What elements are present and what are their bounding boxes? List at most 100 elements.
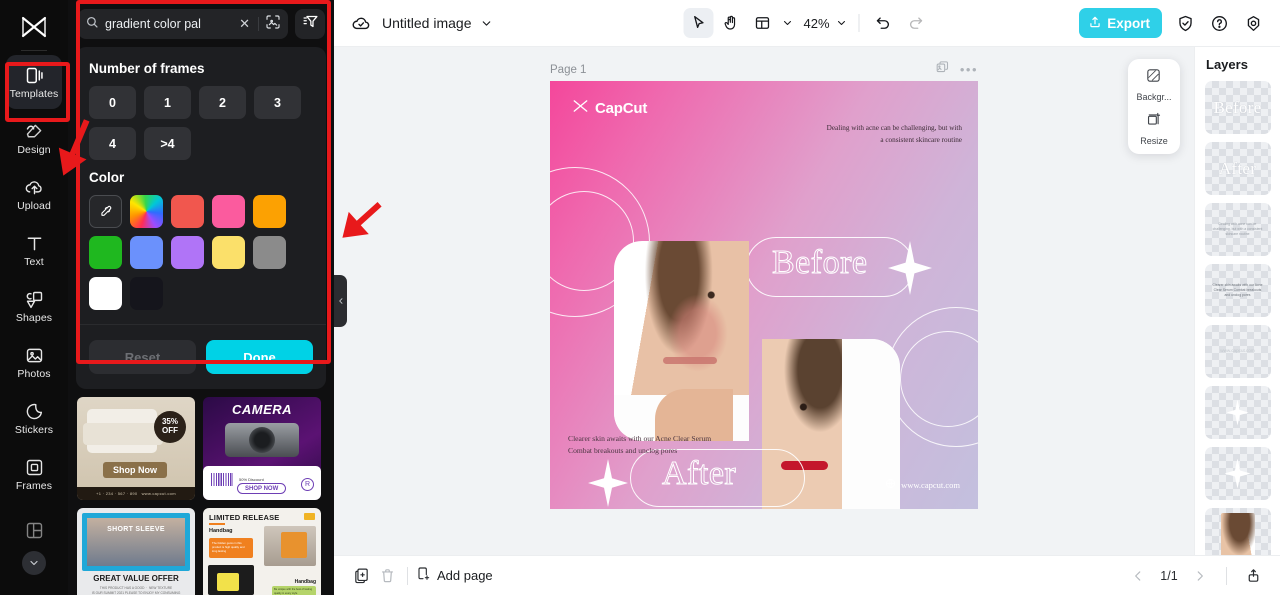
design-artboard[interactable]: CapCut Dealing with acne can be challeng… (550, 81, 978, 509)
layer-item-photo-after[interactable] (1204, 508, 1271, 555)
before-photo[interactable] (614, 241, 749, 441)
sidebar-item-text[interactable]: Text (6, 223, 62, 277)
hand-pan-icon[interactable] (715, 8, 745, 38)
frames-chip-0[interactable]: 0 (89, 86, 136, 119)
shield-check-icon[interactable] (1170, 8, 1200, 38)
color-swatch-pink[interactable] (212, 195, 245, 228)
export-button[interactable]: Export (1079, 8, 1162, 38)
search-input[interactable]: gradient color pal ✕ (78, 9, 288, 39)
layer-thumb-text: Before (1213, 97, 1262, 117)
background-tool-label: Backgr... (1136, 92, 1172, 102)
color-swatch-rainbow[interactable] (130, 195, 163, 228)
color-swatch-gray[interactable] (253, 236, 286, 269)
layout-caret-icon[interactable] (779, 8, 795, 38)
top-toolbar: Untitled image 42% Export (334, 0, 1280, 47)
frames-chip-group: 0 1 2 3 4 >4 (89, 86, 313, 160)
stickers-icon (23, 400, 45, 422)
sidebar-item-label: Upload (17, 200, 51, 213)
template-results-grid: 35% OFF Shop Now +1 · 234 · 567 · 890 ww… (68, 389, 334, 595)
layer-item-website-text[interactable]: www.capcut.com (1204, 325, 1271, 378)
color-swatch-green[interactable] (89, 236, 122, 269)
template-card-sofa[interactable]: 35% OFF Shop Now +1 · 234 · 567 · 890 ww… (77, 397, 195, 500)
color-swatch-white[interactable] (89, 277, 122, 310)
templates-panel: gradient color pal ✕ Number of frames 0 … (68, 0, 334, 595)
panel-search-row: gradient color pal ✕ (68, 0, 334, 45)
template-card-short-sleeve[interactable]: SHORT SLEEVE GREAT VALUE OFFER THIS PROD… (77, 508, 195, 595)
design-icon (23, 120, 45, 142)
add-page-icon (415, 566, 431, 585)
chevron-left-icon[interactable] (1125, 563, 1151, 589)
export-upload-icon (1088, 15, 1102, 32)
frames-chip-4[interactable]: 4 (89, 127, 136, 160)
sidebar-item-stickers[interactable]: Stickers (6, 391, 62, 445)
reset-button[interactable]: Reset (89, 340, 196, 374)
sidebar-item-shapes[interactable]: Shapes (6, 279, 62, 333)
sidebar-item-frames[interactable]: Frames (6, 447, 62, 501)
sidebar-item-label: Frames (15, 480, 53, 493)
page-label: Page 1 (550, 64, 587, 76)
color-swatch-yellow[interactable] (212, 236, 245, 269)
template-badge: 35% OFF (154, 411, 186, 443)
template-card-camera[interactable]: CAMERA 50% Discount SHOP NOW R (203, 397, 321, 500)
duplicate-page-icon[interactable] (935, 60, 950, 80)
background-tool-button[interactable]: Backgr... (1136, 67, 1172, 102)
template-title: SHORT SLEEVE (107, 526, 165, 533)
main-area: Untitled image 42% Export Page 1 ••• Cap… (334, 0, 1280, 595)
undo-icon[interactable] (869, 8, 899, 38)
sparkle-icon (1224, 458, 1251, 489)
layout-icon[interactable] (747, 8, 777, 38)
more-horizontal-icon[interactable]: ••• (960, 63, 978, 76)
done-button[interactable]: Done (206, 340, 313, 374)
duplicate-icon[interactable] (348, 563, 374, 589)
frames-chip-2[interactable]: 2 (199, 86, 246, 119)
sidebar-item-label: Stickers (14, 424, 54, 437)
image-search-icon[interactable] (265, 14, 281, 35)
chevron-right-icon[interactable] (1187, 563, 1213, 589)
color-swatch-orange[interactable] (253, 195, 286, 228)
filter-icon (302, 13, 319, 35)
layer-item-bottom-paragraph[interactable]: Clearer skin awaits with our Acne Clear … (1204, 264, 1271, 317)
eyedropper-icon[interactable] (89, 195, 122, 228)
sidebar-item-label: Photos (17, 368, 51, 381)
color-swatch-blue[interactable] (130, 236, 163, 269)
layer-thumb-text: After (1218, 158, 1257, 178)
help-circle-icon[interactable] (1204, 8, 1234, 38)
sidebar-item-photos[interactable]: Photos (6, 335, 62, 389)
filter-button[interactable] (295, 9, 325, 39)
add-page-button[interactable]: Add page (415, 566, 493, 585)
layer-item-sparkle-1[interactable] (1204, 386, 1271, 439)
color-swatch-black[interactable] (130, 277, 163, 310)
frames-chip-more[interactable]: >4 (144, 127, 191, 160)
sidebar-item-design[interactable]: Design (6, 111, 62, 165)
cloud-saved-icon[interactable] (346, 8, 376, 38)
layer-item-before-text[interactable]: Before (1204, 81, 1271, 134)
layer-item-after-text[interactable]: After (1204, 142, 1271, 195)
gear-icon[interactable] (1238, 8, 1268, 38)
export-page-icon[interactable] (1240, 563, 1266, 589)
template-title: CAMERA (231, 402, 293, 417)
zoom-level[interactable]: 42% (803, 16, 829, 31)
document-title[interactable]: Untitled image (382, 15, 472, 31)
frames-chip-3[interactable]: 3 (254, 86, 301, 119)
sidebar-item-templates[interactable]: Templates (6, 55, 62, 109)
resize-tool-button[interactable]: Resize (1140, 111, 1168, 146)
sidebar-item-label: Text (24, 256, 44, 269)
sidebar-item-upload[interactable]: Upload (6, 167, 62, 221)
cursor-select-icon[interactable] (683, 8, 714, 38)
color-swatch-red[interactable] (171, 195, 204, 228)
zoom-caret-icon[interactable] (834, 8, 850, 38)
chevron-down-icon[interactable] (472, 8, 502, 38)
layer-item-top-paragraph[interactable]: Dealing with acne can be challenging, bu… (1204, 203, 1271, 256)
template-card-handbag[interactable]: LIMITED RELEASE Handbag The hidden gems … (203, 508, 321, 595)
sidebar-item-collage[interactable] (6, 503, 62, 557)
collapse-panel-handle[interactable] (334, 275, 347, 327)
layer-item-sparkle-2[interactable] (1204, 447, 1271, 500)
capcut-logo-icon[interactable] (14, 10, 54, 44)
show-more-tools-button[interactable] (22, 551, 46, 575)
close-icon[interactable]: ✕ (237, 16, 252, 32)
color-swatch-purple[interactable] (171, 236, 204, 269)
frames-chip-1[interactable]: 1 (144, 86, 191, 119)
template-title: LIMITED RELEASE (209, 513, 280, 522)
trash-icon[interactable] (374, 563, 400, 589)
sparkle-icon (1226, 399, 1249, 426)
